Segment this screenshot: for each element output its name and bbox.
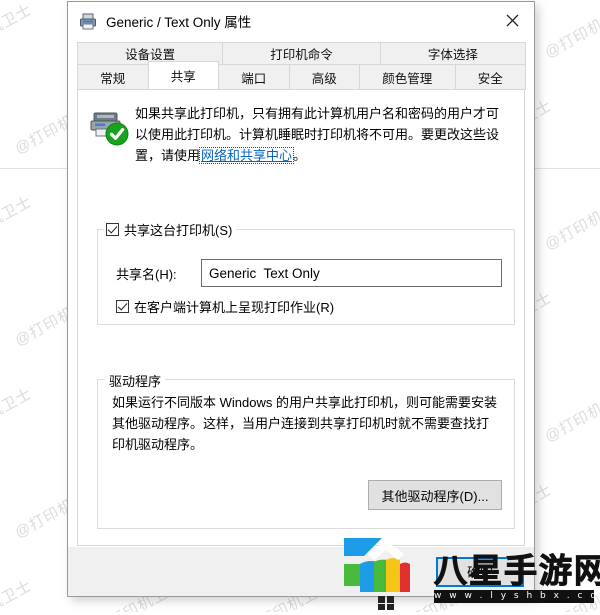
tab-label: 常规 xyxy=(100,71,126,86)
tab-sharing[interactable]: 共享 xyxy=(147,61,219,90)
share-name-input[interactable] xyxy=(201,259,502,287)
share-name-label: 共享名(H): xyxy=(116,266,177,282)
printer-properties-dialog: Generic / Text Only 属性 设备设置 打印机命令 字体选择 常… xyxy=(67,1,535,597)
tab-label: 打印机命令 xyxy=(270,48,333,62)
title-bar: Generic / Text Only 属性 xyxy=(68,2,534,39)
watermark-text: @打印机卫士 xyxy=(542,193,600,254)
tab-advanced[interactable]: 高级 xyxy=(288,64,360,90)
watermark-text: @打印机卫士 xyxy=(542,1,600,62)
network-sharing-center-link[interactable]: 网络和共享中心 xyxy=(199,147,295,164)
watermark-text: @打印机卫士 xyxy=(542,385,600,446)
sharing-info-text-before: 如果共享此打印机，只有拥有此计算机用户名和密码的用户才可以使用此打印机。计算机睡… xyxy=(135,106,500,163)
tab-label: 共享 xyxy=(170,70,196,84)
watermark-text: @打印机卫士 xyxy=(0,577,36,612)
share-group-box: 共享这台打印机(S) 共享名(H): 在客户端计算机上呈现打印作业(R) xyxy=(97,220,515,325)
close-icon[interactable] xyxy=(490,2,534,38)
tab-label: 字体选择 xyxy=(427,48,478,62)
tab-label: 高级 xyxy=(311,71,337,86)
share-name-row: 共享名(H): xyxy=(116,259,502,287)
checkbox-box-icon xyxy=(106,223,119,236)
sharing-info-block: 如果共享此打印机，只有拥有此计算机用户名和密码的用户才可以使用此打印机。计算机睡… xyxy=(78,90,524,166)
driver-description-text: 如果运行不同版本 Windows 的用户共享此打印机，则可能需要安装其他驱动程序… xyxy=(112,395,497,452)
share-this-printer-checkbox[interactable]: 共享这台打印机(S) xyxy=(104,220,237,239)
tab-font-selection[interactable]: 字体选择 xyxy=(379,42,527,65)
sharing-tab-page: 如果共享此打印机，只有拥有此计算机用户名和密码的用户才可以使用此打印机。计算机睡… xyxy=(77,90,525,546)
tab-strip: 设备设置 打印机命令 字体选择 常规 共享 端口 高级 颜色管理 安全 xyxy=(68,39,534,90)
driver-group-legend: 驱动程序 xyxy=(105,371,166,390)
logo-url-text: w w w . l y s h b x . c o m xyxy=(434,590,600,603)
tab-ports[interactable]: 端口 xyxy=(218,64,290,90)
window-title: Generic / Text Only 属性 xyxy=(106,14,252,30)
logo-title-text: 八星手游网 xyxy=(434,551,600,591)
logo-mark-icon xyxy=(338,534,434,610)
driver-group-box: 驱动程序 如果运行不同版本 Windows 的用户共享此打印机，则可能需要安装其… xyxy=(97,371,515,529)
checkbox-box-icon xyxy=(116,300,129,313)
render-jobs-checkbox[interactable]: 在客户端计算机上呈现打印作业(R) xyxy=(116,297,334,316)
tab-color-management[interactable]: 颜色管理 xyxy=(359,64,456,90)
share-this-printer-label: 共享这台打印机(S) xyxy=(124,223,233,238)
sharing-info-text-after: 。 xyxy=(293,148,307,163)
tab-row-top: 设备设置 打印机命令 字体选择 xyxy=(77,42,527,65)
additional-drivers-button[interactable]: 其他驱动程序(D)... xyxy=(368,480,502,510)
tab-label: 颜色管理 xyxy=(382,71,433,86)
watermark-text: @打印机卫士 xyxy=(0,193,36,254)
tab-label: 安全 xyxy=(477,71,503,86)
tab-row-bottom: 常规 共享 端口 高级 颜色管理 安全 xyxy=(77,61,526,90)
watermark-text: @打印机卫士 xyxy=(0,1,36,62)
tab-label: 端口 xyxy=(241,71,267,86)
printer-shared-ok-icon xyxy=(87,105,129,147)
render-jobs-label: 在客户端计算机上呈现打印作业(R) xyxy=(134,300,335,315)
site-logo-watermark: 八星手游网 w w w . l y s h b x . c o m xyxy=(338,534,600,610)
additional-drivers-label: 其他驱动程序(D)... xyxy=(381,488,489,504)
tab-security[interactable]: 安全 xyxy=(454,64,526,90)
sharing-info-text: 如果共享此打印机，只有拥有此计算机用户名和密码的用户才可以使用此打印机。计算机睡… xyxy=(135,103,508,166)
watermark-text: @打印机卫士 xyxy=(0,385,36,446)
printer-icon xyxy=(78,11,98,31)
tab-printer-commands[interactable]: 打印机命令 xyxy=(222,42,381,65)
tab-general[interactable]: 常规 xyxy=(77,64,149,90)
